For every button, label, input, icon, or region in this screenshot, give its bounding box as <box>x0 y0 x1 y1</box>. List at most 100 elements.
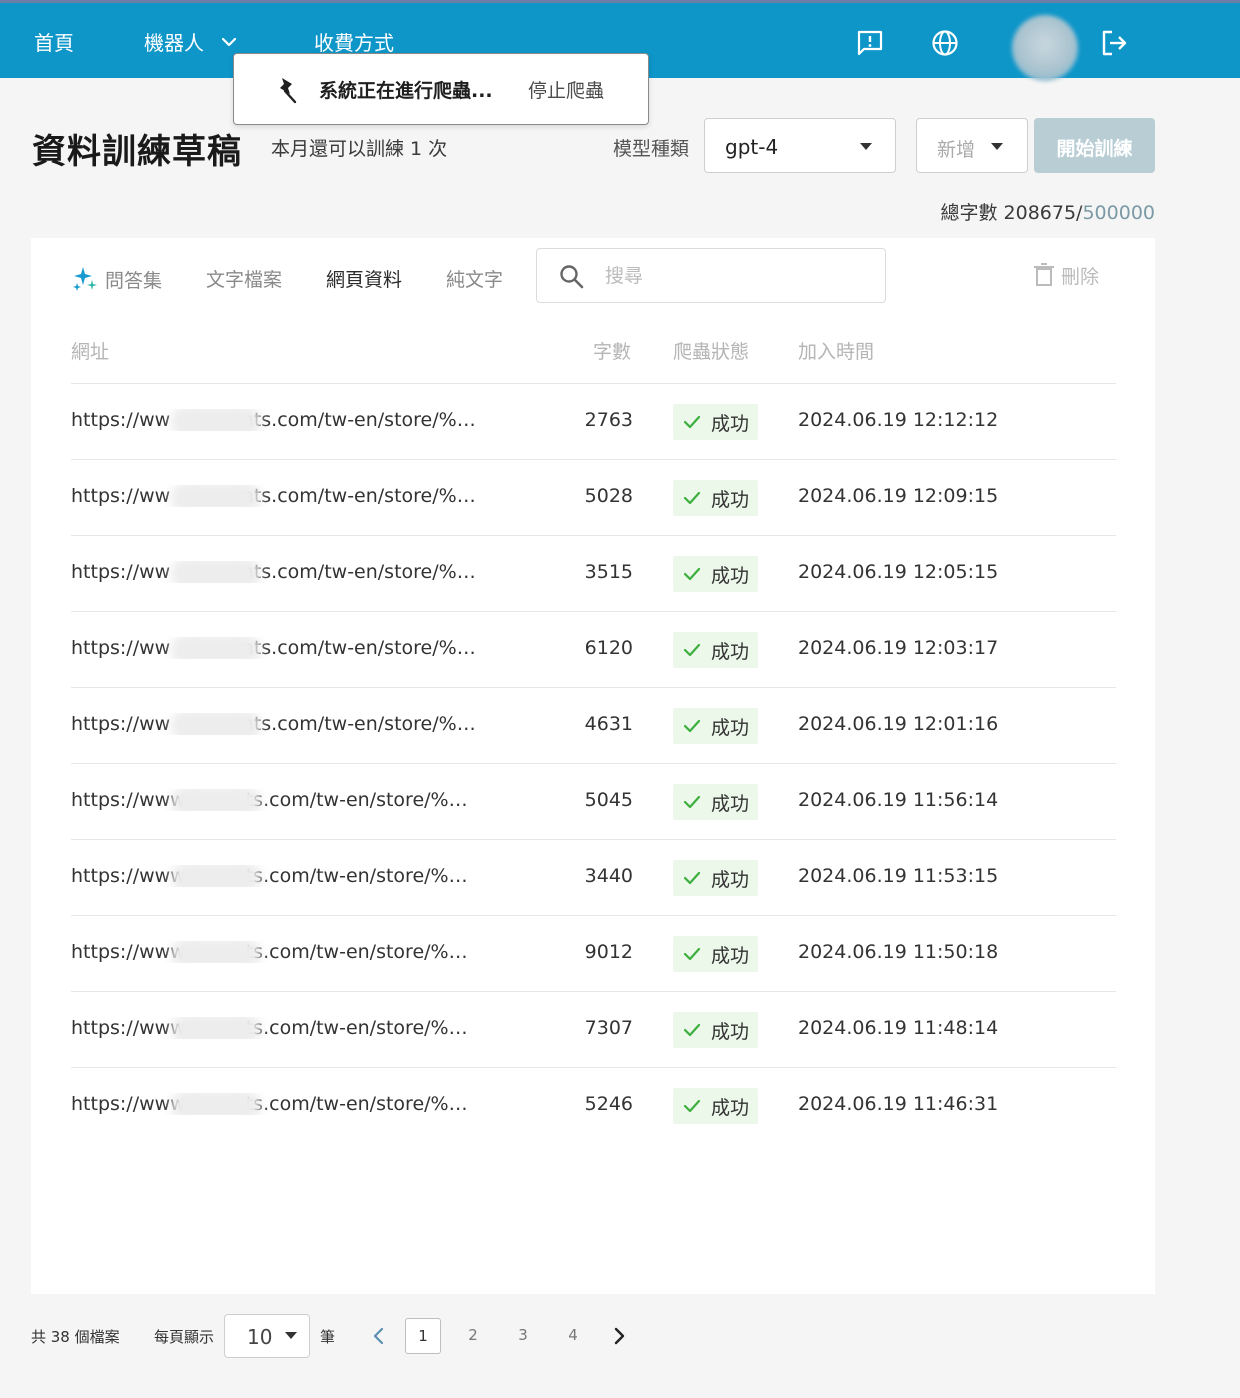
start-training-button[interactable]: 開始訓練 <box>1034 118 1155 173</box>
check-icon <box>683 567 701 581</box>
check-icon <box>683 947 701 961</box>
page-2[interactable]: 2 <box>455 1318 491 1354</box>
url-cell[interactable]: https://ww ats.com/tw-en/store/%… <box>71 485 491 507</box>
chevron-down-icon[interactable] <box>220 33 238 51</box>
table-row[interactable]: https://ww ats.com/tw-en/store/%… 4631 成功 20… <box>71 687 1116 763</box>
status-badge: 成功 <box>673 1088 758 1124</box>
total-files: 共 38 個檔案 <box>31 1328 120 1346</box>
feedback-icon[interactable] <box>856 29 884 57</box>
added-time-cell: 2024.06.19 12:03:17 <box>798 637 999 659</box>
caret-down-icon <box>991 143 1003 150</box>
url-suffix: ts.com/tw-en/store/%… <box>245 789 468 811</box>
status-badge: 成功 <box>673 632 758 668</box>
caret-down-icon <box>285 1332 297 1339</box>
pin-icon <box>280 78 297 104</box>
url-prefix: https://www <box>71 941 186 963</box>
url-suffix: ats.com/tw-en/store/%… <box>242 561 476 583</box>
status-badge: 成功 <box>673 480 758 516</box>
redacted-blur <box>171 941 261 963</box>
check-icon <box>683 415 701 429</box>
avatar[interactable] <box>1012 15 1078 81</box>
logout-icon[interactable] <box>1100 29 1128 57</box>
table-row[interactable]: https://www ts.com/tw-en/store/%… 5246 成功 20… <box>71 1067 1116 1143</box>
add-button-label: 新增 <box>937 139 976 161</box>
training-quota: 本月還可以訓練 1 次 <box>271 138 448 160</box>
url-cell[interactable]: https://www ts.com/tw-en/store/%… <box>71 941 491 963</box>
chevron-right-icon[interactable] <box>610 1326 628 1346</box>
url-cell[interactable]: https://ww ats.com/tw-en/store/%… <box>71 637 491 659</box>
char-count-cell: 3515 <box>584 561 633 583</box>
delete-button[interactable]: 刪除 <box>1033 262 1099 289</box>
table-row[interactable]: https://ww ats.com/tw-en/store/%… 2763 成功 20… <box>71 383 1116 459</box>
page-3[interactable]: 3 <box>505 1318 541 1354</box>
tab-plain-text[interactable]: 純文字 <box>446 265 503 292</box>
char-count-cell: 3440 <box>584 865 633 887</box>
char-count-used: 總字數 208675/ <box>940 202 1083 224</box>
stop-crawl-button[interactable]: 停止爬蟲 <box>528 76 604 103</box>
caret-down-icon <box>860 143 872 150</box>
url-suffix: ats.com/tw-en/store/%… <box>242 637 476 659</box>
status-badge: 成功 <box>673 556 758 592</box>
url-suffix: ts.com/tw-en/store/%… <box>245 941 468 963</box>
crawl-status-message: 系統正在進行爬蟲... <box>319 80 493 102</box>
page-1[interactable]: 1 <box>405 1318 441 1354</box>
data-card: 問答集 文字檔案 網頁資料 純文字 刪除 網址 字數 爬蟲狀態 加入時間 htt… <box>31 238 1155 1294</box>
page-4[interactable]: 4 <box>555 1318 591 1354</box>
status-label: 成功 <box>711 641 750 663</box>
table-row[interactable]: https://ww ats.com/tw-en/store/%… 6120 成功 20… <box>71 611 1116 687</box>
check-icon <box>683 795 701 809</box>
table-row[interactable]: https://ww ats.com/tw-en/store/%… 3515 成功 20… <box>71 535 1116 611</box>
status-label: 成功 <box>711 489 750 511</box>
nav-home[interactable]: 首頁 <box>34 29 74 57</box>
url-cell[interactable]: https://www ts.com/tw-en/store/%… <box>71 1017 491 1039</box>
char-count-cell: 2763 <box>584 409 633 431</box>
added-time-cell: 2024.06.19 12:01:16 <box>798 713 999 735</box>
per-page-value: 10 <box>247 1325 273 1349</box>
char-count-cell: 7307 <box>584 1017 633 1039</box>
sparkle-icon <box>73 267 97 291</box>
url-cell[interactable]: https://ww ats.com/tw-en/store/%… <box>71 561 491 583</box>
url-cell[interactable]: https://www ts.com/tw-en/store/%… <box>71 1093 491 1115</box>
url-suffix: ats.com/tw-en/store/%… <box>242 485 476 507</box>
redacted-blur <box>171 865 261 887</box>
redacted-blur <box>171 1093 261 1115</box>
delete-label: 刪除 <box>1061 266 1100 288</box>
url-prefix: https://ww <box>71 485 171 507</box>
url-cell[interactable]: https://www ts.com/tw-en/store/%… <box>71 789 491 811</box>
search-input[interactable] <box>605 261 865 291</box>
redacted-blur <box>171 789 261 811</box>
check-icon <box>683 643 701 657</box>
table-row[interactable]: https://www ts.com/tw-en/store/%… 5045 成功 20… <box>71 763 1116 839</box>
tab-text-file[interactable]: 文字檔案 <box>206 265 282 292</box>
added-time-cell: 2024.06.19 11:50:18 <box>798 941 999 963</box>
model-select[interactable]: gpt-4 <box>704 118 896 173</box>
globe-icon[interactable] <box>931 29 959 57</box>
url-cell[interactable]: https://ww ats.com/tw-en/store/%… <box>71 713 491 735</box>
chevron-left-icon[interactable] <box>370 1326 388 1346</box>
redacted-blur <box>171 1017 261 1039</box>
check-icon <box>683 491 701 505</box>
check-icon <box>683 1099 701 1113</box>
char-count-cell: 5045 <box>584 789 633 811</box>
header-count: 字數 <box>593 341 632 363</box>
tab-qa-label: 問答集 <box>105 270 163 292</box>
add-button[interactable]: 新增 <box>916 118 1028 173</box>
header-url: 網址 <box>71 341 110 363</box>
per-page-label: 每頁顯示 <box>154 1328 215 1346</box>
url-cell[interactable]: https://ww ats.com/tw-en/store/%… <box>71 409 491 431</box>
url-cell[interactable]: https://www ts.com/tw-en/store/%… <box>71 865 491 887</box>
table-row[interactable]: https://www ts.com/tw-en/store/%… 3440 成功 20… <box>71 839 1116 915</box>
model-type-label: 模型種類 <box>613 138 690 160</box>
table-row[interactable]: https://www ts.com/tw-en/store/%… 7307 成功 20… <box>71 991 1116 1067</box>
table-row[interactable]: https://ww ats.com/tw-en/store/%… 5028 成功 20… <box>71 459 1116 535</box>
per-page-select[interactable]: 10 <box>224 1314 310 1358</box>
tab-qa[interactable]: 問答集 <box>73 265 162 293</box>
table-row[interactable]: https://www ts.com/tw-en/store/%… 9012 成功 20… <box>71 915 1116 991</box>
page-title: 資料訓練草稿 <box>32 132 242 172</box>
status-label: 成功 <box>711 717 750 739</box>
url-prefix: https://ww <box>71 409 171 431</box>
nav-robots[interactable]: 機器人 <box>144 29 204 57</box>
table-body: https://ww ats.com/tw-en/store/%… 2763 成功 20… <box>71 383 1116 1143</box>
tab-webpage[interactable]: 網頁資料 <box>326 265 402 292</box>
status-badge: 成功 <box>673 784 758 820</box>
